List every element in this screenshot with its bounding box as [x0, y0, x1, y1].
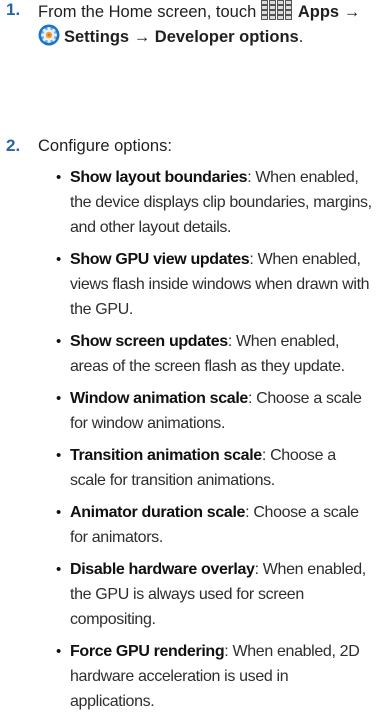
option-item: • Show screen updates: When enabled, area… [56, 329, 374, 379]
step-1-prefix: From the Home screen, touch [38, 3, 257, 21]
option-item: • Transition animation scale: Choose a sc… [56, 443, 374, 493]
apps-grid-icon [260, 0, 293, 20]
bullet-dot: • [56, 561, 61, 578]
developer-options-label: Developer options [154, 28, 299, 46]
arrow-2: → [133, 28, 151, 46]
option-term: Show GPU view updates [70, 251, 250, 268]
bullet-dot: • [56, 643, 61, 660]
option-item: • Window animation scale: Choose a scale … [56, 386, 374, 436]
option-separator: : [254, 561, 263, 578]
bullet-dot: • [56, 251, 61, 268]
step-2-text: Configure options: [38, 137, 172, 155]
option-item: • Force GPU rendering: When enabled, 2D h… [56, 639, 374, 714]
arrow-1: → [343, 3, 361, 21]
step-1-number: 1. [6, 0, 21, 19]
settings-gear-icon [38, 24, 60, 46]
option-separator: : [247, 390, 257, 407]
document-page: 1. From the Home screen, touch Apps → Se… [0, 0, 376, 710]
option-separator: : [227, 333, 237, 350]
option-term: Show screen updates [70, 333, 228, 350]
option-item: • Disable hardware overlay: When enabled,… [56, 557, 374, 632]
option-item: • Show GPU view updates: When enabled, vi… [56, 247, 374, 322]
bullet-dot: • [56, 390, 61, 407]
option-term: Disable hardware overlay [70, 561, 255, 578]
option-term: Animator duration scale [70, 504, 246, 521]
option-term: Force GPU rendering [70, 643, 225, 660]
step-2-number: 2. [6, 136, 21, 155]
step-1-end: . [298, 28, 304, 46]
option-item: • Animator duration scale: Choose a scale… [56, 500, 374, 550]
bullet-dot: • [56, 169, 61, 186]
options-list: • Show layout boundaries: When enabled, t… [56, 165, 374, 721]
option-term: Transition animation scale [70, 447, 262, 464]
option-item: • Show layout boundaries: When enabled, t… [56, 165, 374, 240]
option-separator: : [224, 643, 233, 660]
step-1-text: From the Home screen, touch Apps → [38, 0, 368, 22]
apps-label: Apps [297, 3, 340, 21]
bullet-dot: • [56, 447, 61, 464]
step-1-line-2: Settings → Developer options. [38, 24, 368, 47]
bullet-dot: • [56, 333, 61, 350]
settings-label: Settings [64, 28, 130, 46]
option-term: Window animation scale [70, 390, 248, 407]
option-term: Show layout boundaries [70, 169, 248, 186]
option-separator: : [261, 447, 271, 464]
bullet-dot: • [56, 504, 61, 521]
option-separator: : [249, 251, 258, 268]
